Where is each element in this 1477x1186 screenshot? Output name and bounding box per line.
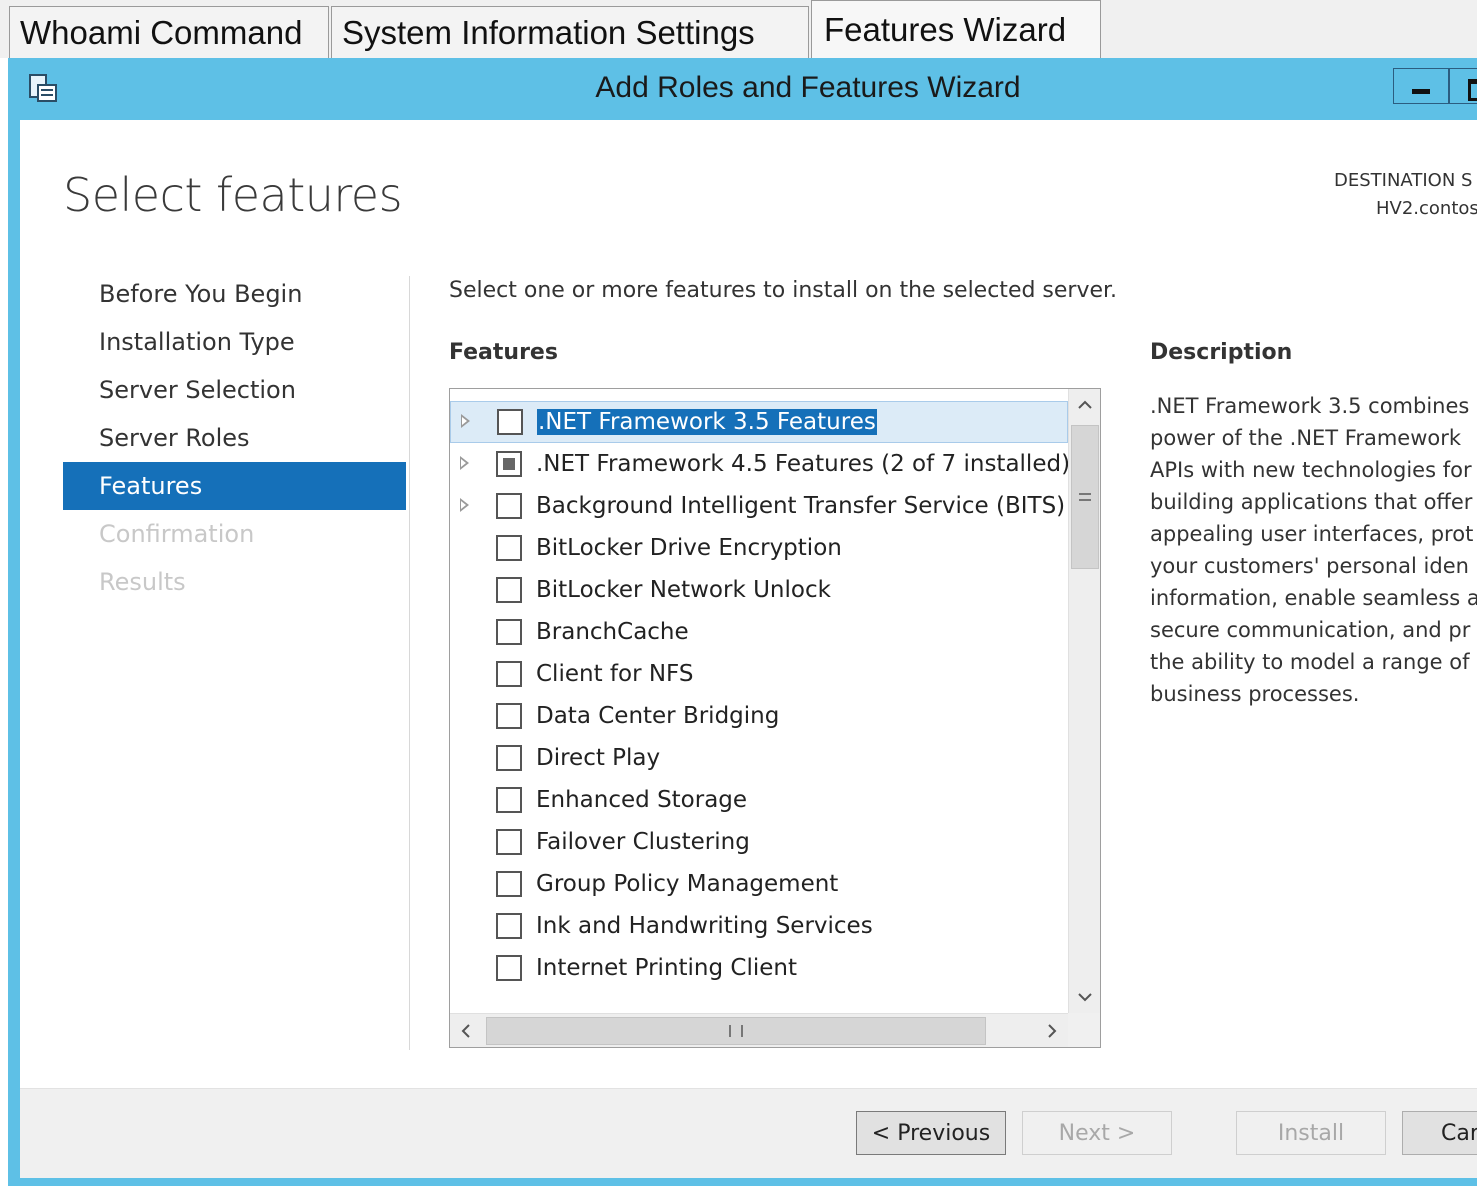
destination-server-value: HV2.contos <box>1376 198 1477 219</box>
horizontal-scrollbar[interactable] <box>450 1013 1068 1047</box>
feature-checkbox[interactable] <box>496 913 522 939</box>
feature-row[interactable]: .NET Framework 3.5 Features <box>450 401 1068 443</box>
feature-row[interactable]: Client for NFS <box>450 653 1068 695</box>
cancel-button[interactable]: Car <box>1402 1111 1477 1155</box>
description-heading: Description <box>1150 340 1293 365</box>
feature-label: BitLocker Network Unlock <box>536 577 831 603</box>
wizard-footer: < Previous Next > Install Car <box>20 1088 1477 1178</box>
feature-row[interactable]: Group Policy Management <box>450 863 1068 905</box>
feature-label: BitLocker Drive Encryption <box>536 535 842 561</box>
feature-checkbox[interactable] <box>496 829 522 855</box>
vertical-scrollbar[interactable] <box>1068 389 1100 1013</box>
feature-row[interactable]: Background Intelligent Transfer Service … <box>450 485 1068 527</box>
feature-row[interactable]: BitLocker Network Unlock <box>450 569 1068 611</box>
maximize-button[interactable] <box>1449 68 1477 104</box>
tab-strip: Whoami Command System Information Settin… <box>0 0 1477 58</box>
next-button[interactable]: Next > <box>1022 1111 1172 1155</box>
feature-checkbox[interactable] <box>496 493 522 519</box>
scroll-right-icon[interactable] <box>1036 1014 1068 1047</box>
nav-item-confirmation: Confirmation <box>99 520 255 548</box>
feature-checkbox[interactable] <box>496 535 522 561</box>
feature-label: Data Center Bridging <box>536 703 780 729</box>
feature-label: .NET Framework 3.5 Features <box>537 409 877 435</box>
nav-item-server-roles[interactable]: Server Roles <box>63 414 406 462</box>
tab-whoami-command[interactable]: Whoami Command <box>9 6 329 58</box>
feature-checkbox[interactable] <box>496 703 522 729</box>
features-heading: Features <box>449 340 558 365</box>
feature-checkbox[interactable] <box>496 661 522 687</box>
destination-server-label: DESTINATION S <box>1334 170 1473 191</box>
tab-system-information-settings[interactable]: System Information Settings <box>331 6 809 58</box>
feature-row[interactable]: Data Center Bridging <box>450 695 1068 737</box>
feature-row[interactable]: .NET Framework 4.5 Features (2 of 7 inst… <box>450 443 1068 485</box>
window-title: Add Roles and Features Wizard <box>595 71 1021 104</box>
nav-divider <box>409 276 410 1050</box>
window-controls <box>1393 68 1477 104</box>
expand-arrow-icon[interactable] <box>459 412 473 432</box>
feature-label: BranchCache <box>536 619 689 645</box>
feature-label: Enhanced Storage <box>536 787 748 813</box>
page-title: Select features <box>63 168 403 222</box>
nav-item-installation-type[interactable]: Installation Type <box>63 318 406 366</box>
feature-row[interactable]: Failover Clustering <box>450 821 1068 863</box>
feature-checkbox[interactable] <box>497 409 523 435</box>
feature-checkbox[interactable] <box>496 787 522 813</box>
feature-checkbox[interactable] <box>496 577 522 603</box>
feature-checkbox[interactable] <box>496 451 522 477</box>
minimize-button[interactable] <box>1393 68 1449 104</box>
feature-row[interactable]: Direct Play <box>450 737 1068 779</box>
feature-row[interactable]: Enhanced Storage <box>450 779 1068 821</box>
wizard-content: Select features DESTINATION S HV2.contos… <box>20 120 1477 1178</box>
nav-item-before-you-begin[interactable]: Before You Begin <box>63 270 406 318</box>
description-text: .NET Framework 3.5 combines power of the… <box>1150 394 1477 706</box>
feature-row[interactable]: BitLocker Drive Encryption <box>450 527 1068 569</box>
install-button[interactable]: Install <box>1236 1111 1386 1155</box>
feature-label: Group Policy Management <box>536 871 839 897</box>
feature-checkbox[interactable] <box>496 745 522 771</box>
feature-label: Background Intelligent Transfer Service … <box>536 493 1066 519</box>
features-list[interactable]: .NET Framework 3.5 Features .NET Framewor… <box>449 388 1101 1048</box>
feature-label: Internet Printing Client <box>536 955 798 981</box>
wizard-window: Add Roles and Features Wizard Select fea… <box>8 58 1477 1186</box>
feature-checkbox[interactable] <box>496 871 522 897</box>
tab-features-wizard[interactable]: Features Wizard <box>811 0 1101 58</box>
previous-button[interactable]: < Previous <box>856 1111 1006 1155</box>
feature-label: Direct Play <box>536 745 661 771</box>
feature-label: Ink and Handwriting Services <box>536 913 873 939</box>
scroll-left-icon[interactable] <box>450 1014 482 1047</box>
nav-item-server-selection[interactable]: Server Selection <box>63 366 406 414</box>
scroll-up-icon[interactable] <box>1069 389 1100 421</box>
feature-checkbox[interactable] <box>496 955 522 981</box>
features-tree: .NET Framework 3.5 Features .NET Framewor… <box>450 389 1068 1013</box>
feature-row[interactable]: BranchCache <box>450 611 1068 653</box>
feature-row[interactable]: Ink and Handwriting Services <box>450 905 1068 947</box>
scroll-down-icon[interactable] <box>1069 981 1100 1013</box>
grip-icon <box>729 1025 743 1037</box>
nav-item-results: Results <box>99 568 186 596</box>
expand-arrow-icon[interactable] <box>458 454 472 474</box>
feature-row[interactable]: Internet Printing Client <box>450 947 1068 989</box>
expand-arrow-icon[interactable] <box>458 496 472 516</box>
feature-checkbox[interactable] <box>496 619 522 645</box>
wizard-steps-nav: Before You Begin Installation Type Serve… <box>63 270 406 606</box>
nav-item-features[interactable]: Features <box>63 462 406 510</box>
title-bar[interactable]: Add Roles and Features Wizard <box>8 58 1477 120</box>
grip-icon <box>1079 493 1091 501</box>
feature-label: Client for NFS <box>536 661 694 687</box>
vertical-scroll-thumb[interactable] <box>1071 425 1099 569</box>
horizontal-scroll-thumb[interactable] <box>486 1017 986 1045</box>
feature-label: Failover Clustering <box>536 829 750 855</box>
instruction-text: Select one or more features to install o… <box>449 278 1118 303</box>
scrollbar-corner <box>1068 1013 1100 1047</box>
feature-label: .NET Framework 4.5 Features (2 of 7 inst… <box>536 451 1068 477</box>
